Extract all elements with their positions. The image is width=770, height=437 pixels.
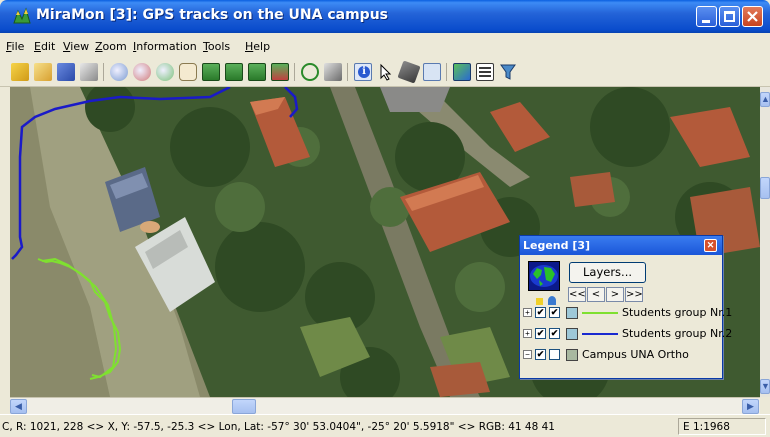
zoom-layer-icon[interactable]	[271, 63, 289, 81]
menu-help[interactable]: Help	[245, 40, 270, 53]
coordinates-readout: C, R: 1021, 228 <> X, Y: -57.5, -25.3 <>…	[2, 421, 555, 433]
legend-label: Campus UNA Ortho	[582, 348, 689, 361]
legend-line-symbol	[582, 333, 618, 335]
menu-tools[interactable]: Tools	[203, 40, 230, 53]
menu-file[interactable]: File	[6, 40, 24, 53]
zoom-next-icon[interactable]	[248, 63, 266, 81]
refresh-icon[interactable]	[301, 63, 319, 81]
toolbar-separator	[103, 63, 104, 81]
select-arrow-icon[interactable]	[377, 63, 395, 81]
expand-icon[interactable]: +	[523, 308, 532, 317]
legend-icon[interactable]	[453, 63, 471, 81]
print-icon[interactable]	[80, 63, 98, 81]
maximize-icon	[724, 11, 735, 22]
nav-next-button[interactable]: >	[606, 287, 624, 302]
toolbar-separator	[446, 63, 447, 81]
layers-button[interactable]: Layers...	[569, 262, 646, 283]
menu-zoom[interactable]: Zoom	[95, 40, 127, 53]
menu-bar: File Edit View Zoom Information Tools He…	[0, 33, 770, 55]
new-icon[interactable]	[11, 63, 29, 81]
zoom-previous-icon[interactable]	[225, 63, 243, 81]
minimize-icon	[702, 20, 710, 23]
toolbar-separator	[347, 63, 348, 81]
legend-panel[interactable]: Legend [3] ✕ Layers... << < > >> + ✔ ✔ S…	[519, 235, 732, 379]
maximize-button[interactable]	[719, 6, 740, 27]
track-students-group-1	[37, 257, 122, 380]
close-icon	[747, 11, 758, 22]
horizontal-scrollbar[interactable]: ◀ ▶	[10, 397, 760, 414]
window-title: MiraMon [3]: GPS tracks on the UNA campu…	[36, 7, 388, 23]
vector-layer-icon[interactable]	[566, 307, 578, 319]
toolbar-separator	[294, 63, 295, 81]
legend-label: Students group Nr.1	[622, 306, 733, 319]
raster-layer-icon[interactable]	[566, 349, 578, 361]
filter-icon[interactable]	[499, 63, 517, 81]
zoom-all-icon[interactable]	[202, 63, 220, 81]
scroll-up-arrow-icon[interactable]: ▲	[760, 92, 770, 107]
visible-checkbox[interactable]: ✔	[535, 328, 546, 339]
legend-row-ortho[interactable]: − ✔ Campus UNA Ortho	[520, 346, 722, 364]
vertical-scroll-thumb[interactable]	[760, 177, 770, 199]
track-students-group-2	[11, 87, 299, 260]
gps-icon[interactable]	[324, 63, 342, 81]
scale-readout: E 1:1968	[678, 418, 766, 435]
legend-title: Legend [3]	[523, 239, 591, 252]
queryable-checkbox[interactable]: ✔	[549, 328, 560, 339]
layer-list-icon[interactable]	[476, 63, 494, 81]
legend-title-bar[interactable]: Legend [3] ✕	[520, 236, 722, 255]
visible-checkbox[interactable]: ✔	[535, 349, 546, 360]
pan-hand-icon[interactable]	[179, 63, 197, 81]
toolbar: i	[0, 55, 770, 87]
measure-icon[interactable]	[423, 63, 441, 81]
nav-first-button[interactable]: <<	[568, 287, 586, 302]
status-bar: C, R: 1021, 228 <> X, Y: -57.5, -25.3 <>…	[0, 414, 770, 437]
zoom-in-icon[interactable]	[110, 63, 128, 81]
menu-information[interactable]: Information	[133, 40, 197, 53]
vertical-scrollbar[interactable]: ▲ ▼	[760, 87, 770, 397]
scroll-left-arrow-icon[interactable]: ◀	[10, 399, 27, 414]
legend-label: Students group Nr.2	[622, 327, 733, 340]
info-icon[interactable]: i	[354, 63, 372, 81]
miramon-window: MiraMon [3]: GPS tracks on the UNA campu…	[0, 0, 770, 437]
save-icon[interactable]	[57, 63, 75, 81]
visible-checkbox[interactable]: ✔	[535, 307, 546, 318]
queryable-checkbox[interactable]	[549, 349, 560, 360]
minimize-button[interactable]	[696, 6, 717, 27]
miramon-app-icon	[13, 7, 31, 24]
menu-view[interactable]: View	[63, 40, 89, 53]
scroll-down-arrow-icon[interactable]: ▼	[760, 379, 770, 394]
legend-row-group2[interactable]: + ✔ ✔ Students group Nr.2	[520, 325, 732, 343]
open-icon[interactable]	[34, 63, 52, 81]
legend-row-group1[interactable]: + ✔ ✔ Students group Nr.1	[520, 304, 732, 322]
menu-edit[interactable]: Edit	[34, 40, 55, 53]
legend-line-symbol	[582, 312, 618, 314]
horizontal-scroll-thumb[interactable]	[232, 399, 256, 414]
globe-icon[interactable]	[528, 261, 560, 291]
close-button[interactable]	[742, 6, 763, 27]
zoom-window-icon[interactable]	[156, 63, 174, 81]
queryable-checkbox[interactable]: ✔	[549, 307, 560, 318]
nav-prev-button[interactable]: <	[587, 287, 605, 302]
nav-last-button[interactable]: >>	[625, 287, 643, 302]
zoom-out-icon[interactable]	[133, 63, 151, 81]
legend-close-icon[interactable]: ✕	[704, 239, 717, 252]
expand-icon[interactable]: +	[523, 329, 532, 338]
collapse-icon[interactable]: −	[523, 350, 532, 359]
eraser-icon[interactable]	[397, 60, 421, 84]
title-bar[interactable]: MiraMon [3]: GPS tracks on the UNA campu…	[0, 0, 770, 33]
scroll-right-arrow-icon[interactable]: ▶	[742, 399, 759, 414]
vector-layer-icon[interactable]	[566, 328, 578, 340]
